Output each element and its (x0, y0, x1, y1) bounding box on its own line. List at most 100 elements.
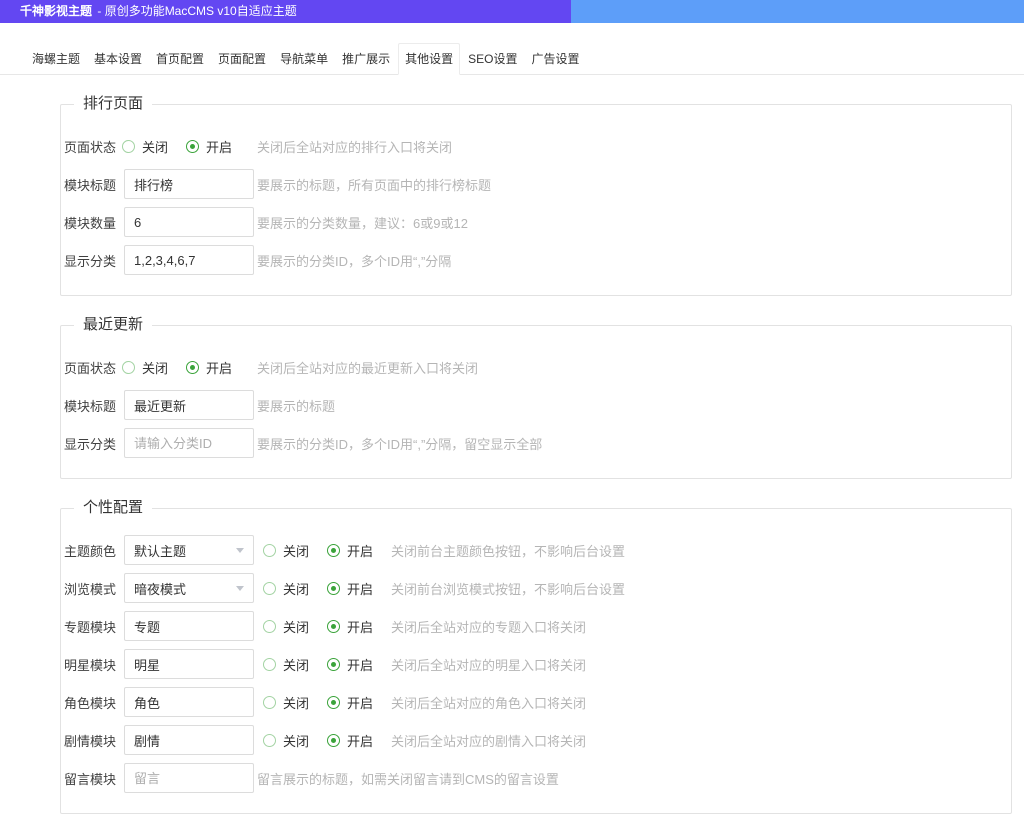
radio-label: 开启 (206, 358, 232, 377)
radio-circle-icon (263, 658, 276, 671)
help-text: 要展示的标题 (257, 396, 335, 415)
radio-label: 开启 (347, 617, 373, 636)
help-text: 关闭后全站对应的明星入口将关闭 (391, 655, 586, 674)
tab-basic-settings[interactable]: 基本设置 (88, 44, 148, 74)
role-module-input[interactable] (124, 687, 254, 717)
radio-on[interactable]: 开启 (186, 358, 232, 377)
form-row-page-status: 页面状态 关闭 开启 关闭后全站对应的最近更新入口将关闭 (61, 352, 1011, 382)
help-text: 关闭后全站对应的排行入口将关闭 (257, 137, 452, 156)
form-row-message-module: 留言模块 留言展示的标题，如需关闭留言请到CMS的留言设置 (61, 763, 1011, 793)
radio-on[interactable]: 开启 (327, 579, 373, 598)
help-text: 要展示的分类ID，多个ID用“,”分隔 (257, 251, 451, 270)
radio-on[interactable]: 开启 (186, 137, 232, 156)
field-label: 模块标题 (61, 175, 116, 194)
form-row-page-status: 页面状态 关闭 开启 关闭后全站对应的排行入口将关闭 (61, 131, 1011, 161)
window-title: 千神影视主题 - 原创多功能MacCMS v10自适应主题 (0, 0, 571, 23)
field-label: 角色模块 (61, 693, 116, 712)
theme-color-radio-group: 关闭 开启 (263, 541, 391, 560)
radio-off[interactable]: 关闭 (263, 693, 309, 712)
radio-label: 开启 (347, 579, 373, 598)
module-count-input[interactable] (124, 207, 254, 237)
section-personal-config: 个性配置 主题颜色 默认主题 关闭 开启 关闭前台主题颜色按钮，不影响后台设置 … (60, 499, 1012, 814)
radio-circle-icon (122, 140, 135, 153)
help-text: 关闭后全站对应的专题入口将关闭 (391, 617, 586, 636)
field-label: 模块标题 (61, 396, 116, 415)
tab-nav-menu[interactable]: 导航菜单 (274, 44, 334, 74)
help-text: 关闭后全站对应的最近更新入口将关闭 (257, 358, 478, 377)
radio-circle-icon (263, 544, 276, 557)
radio-circle-icon (327, 696, 340, 709)
form-row-browse-mode: 浏览模式 暗夜模式 关闭 开启 关闭前台浏览模式按钮，不影响后台设置 (61, 573, 1011, 603)
radio-on[interactable]: 开启 (327, 655, 373, 674)
radio-circle-icon (327, 582, 340, 595)
help-text: 要展示的分类ID，多个ID用“,”分隔，留空显示全部 (257, 434, 542, 453)
help-text: 要展示的分类数量，建议：6或9或12 (257, 213, 468, 232)
radio-circle-icon (122, 361, 135, 374)
show-category-input[interactable] (124, 428, 254, 458)
theme-color-select[interactable]: 默认主题 (124, 535, 254, 565)
title-bar-accent (571, 0, 1024, 23)
module-title-input[interactable] (124, 390, 254, 420)
radio-label: 关闭 (283, 655, 309, 674)
section-legend: 排行页面 (74, 95, 152, 113)
radio-circle-icon (327, 544, 340, 557)
tab-ad-settings[interactable]: 广告设置 (525, 44, 585, 74)
help-text: 要展示的标题，所有页面中的排行榜标题 (257, 175, 491, 194)
tab-hailuo-theme[interactable]: 海螺主题 (26, 44, 86, 74)
radio-on[interactable]: 开启 (327, 693, 373, 712)
radio-circle-icon (263, 696, 276, 709)
tab-other-settings[interactable]: 其他设置 (398, 43, 460, 75)
radio-off[interactable]: 关闭 (263, 579, 309, 598)
radio-circle-icon (327, 620, 340, 633)
field-label: 明星模块 (61, 655, 116, 674)
page-status-radio-group: 关闭 开启 (122, 137, 250, 156)
plot-module-radio-group: 关闭 开启 (263, 731, 391, 750)
app-subtitle: - 原创多功能MacCMS v10自适应主题 (97, 4, 296, 18)
radio-circle-icon (327, 658, 340, 671)
plot-module-input[interactable] (124, 725, 254, 755)
tab-seo-settings[interactable]: SEO设置 (462, 44, 523, 74)
message-module-input[interactable] (124, 763, 254, 793)
radio-label: 开启 (206, 137, 232, 156)
field-label: 主题颜色 (61, 541, 116, 560)
browse-mode-select[interactable]: 暗夜模式 (124, 573, 254, 603)
radio-off[interactable]: 关闭 (122, 137, 168, 156)
radio-label: 开启 (347, 693, 373, 712)
star-module-input[interactable] (124, 649, 254, 679)
section-recent-update: 最近更新 页面状态 关闭 开启 关闭后全站对应的最近更新入口将关闭 模块标题 要… (60, 316, 1012, 479)
tab-promo-display[interactable]: 推广展示 (336, 44, 396, 74)
role-module-radio-group: 关闭 开启 (263, 693, 391, 712)
show-category-input[interactable] (124, 245, 254, 275)
radio-label: 开启 (347, 541, 373, 560)
radio-off[interactable]: 关闭 (263, 731, 309, 750)
app-name: 千神影视主题 (20, 4, 92, 18)
module-title-input[interactable] (124, 169, 254, 199)
radio-label: 关闭 (142, 137, 168, 156)
field-label: 浏览模式 (61, 579, 116, 598)
browse-mode-radio-group: 关闭 开启 (263, 579, 391, 598)
radio-on[interactable]: 开启 (327, 541, 373, 560)
form-row-module-title: 模块标题 要展示的标题 (61, 390, 1011, 420)
radio-off[interactable]: 关闭 (263, 617, 309, 636)
form-row-star-module: 明星模块 关闭 开启 关闭后全站对应的明星入口将关闭 (61, 649, 1011, 679)
tab-home-config[interactable]: 首页配置 (150, 44, 210, 74)
radio-off[interactable]: 关闭 (263, 655, 309, 674)
radio-label: 开启 (347, 655, 373, 674)
settings-tab-bar: 海螺主题 基本设置 首页配置 页面配置 导航菜单 推广展示 其他设置 SEO设置… (0, 44, 1024, 75)
topic-module-input[interactable] (124, 611, 254, 641)
form-row-plot-module: 剧情模块 关闭 开启 关闭后全站对应的剧情入口将关闭 (61, 725, 1011, 755)
field-label: 模块数量 (61, 213, 116, 232)
radio-off[interactable]: 关闭 (263, 541, 309, 560)
form-row-theme-color: 主题颜色 默认主题 关闭 开启 关闭前台主题颜色按钮，不影响后台设置 (61, 535, 1011, 565)
chevron-down-icon (236, 548, 244, 553)
field-label: 留言模块 (61, 769, 116, 788)
section-ranking-page: 排行页面 页面状态 关闭 开启 关闭后全站对应的排行入口将关闭 模块标题 要展示… (60, 95, 1012, 296)
radio-off[interactable]: 关闭 (122, 358, 168, 377)
field-label: 页面状态 (61, 358, 116, 377)
field-label: 专题模块 (61, 617, 116, 636)
tab-page-config[interactable]: 页面配置 (212, 44, 272, 74)
radio-on[interactable]: 开启 (327, 617, 373, 636)
form-row-show-category: 显示分类 要展示的分类ID，多个ID用“,”分隔，留空显示全部 (61, 428, 1011, 458)
radio-on[interactable]: 开启 (327, 731, 373, 750)
radio-label: 开启 (347, 731, 373, 750)
